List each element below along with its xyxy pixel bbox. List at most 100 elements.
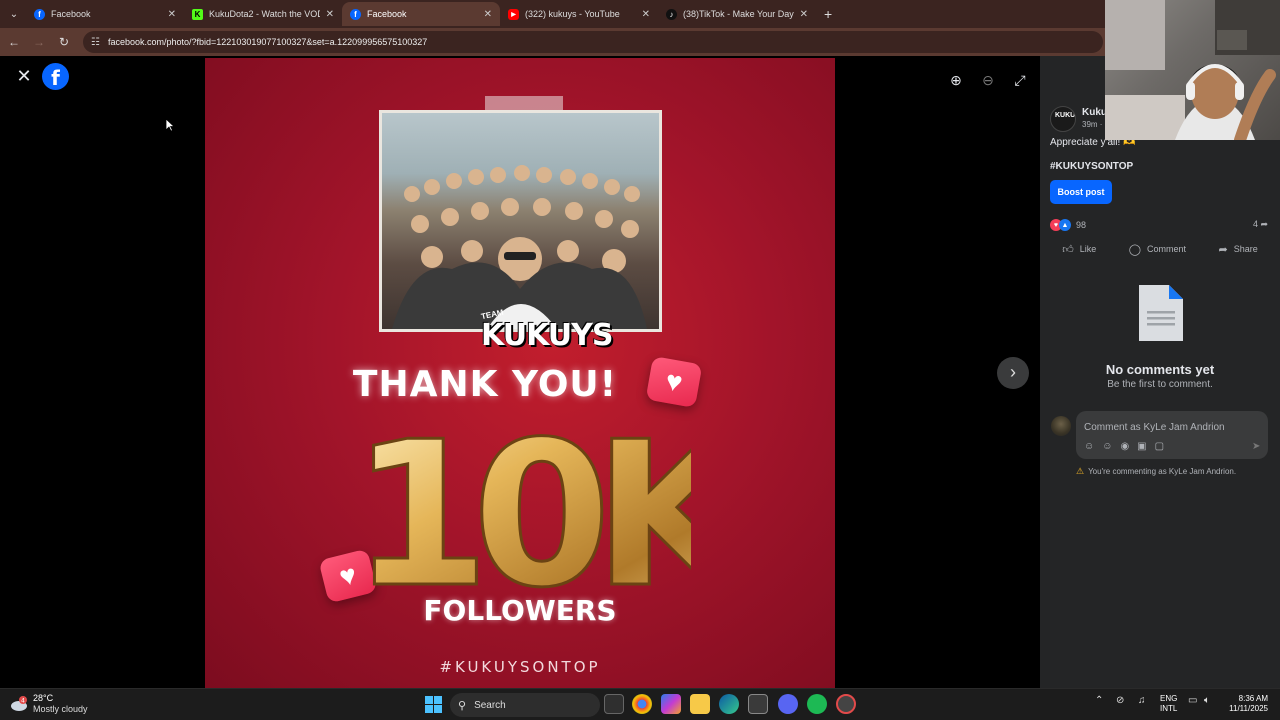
next-photo-chevron-icon[interactable]: ›: [997, 357, 1029, 389]
tab-title: (322) kukuys - YouTube: [525, 9, 620, 19]
photo-hashtag: #KUKUYSONTOP: [439, 658, 601, 676]
kick-icon: K: [192, 8, 203, 20]
milestone-number: 10K: [351, 404, 691, 604]
windows-start-icon[interactable]: [425, 696, 442, 713]
display-icon[interactable]: ▭: [1188, 695, 1197, 706]
send-icon[interactable]: ➤: [1252, 441, 1260, 452]
comment-button[interactable]: ◯ Comment: [1129, 238, 1186, 260]
comment-tools: ☺ ☺ ◉ ▣ ▢: [1084, 441, 1164, 452]
facebook-logo-icon[interactable]: f: [42, 63, 69, 90]
my-avatar[interactable]: [1051, 416, 1071, 436]
comment-input[interactable]: [1084, 420, 1260, 434]
group-photo: [382, 113, 659, 329]
like-label: Like: [1079, 244, 1097, 254]
language-indicator[interactable]: ENG INTL: [1160, 694, 1177, 714]
gif-icon[interactable]: ▣: [1137, 441, 1146, 452]
share-arrow-icon: ➦: [1260, 219, 1269, 229]
close-tab-icon[interactable]: ✕: [484, 9, 492, 20]
taskbar-clock[interactable]: 8:36 AM 11/11/2025: [1222, 694, 1268, 714]
zoom-out-icon[interactable]: ⊖: [978, 70, 998, 90]
clock-time: 8:36 AM: [1238, 694, 1268, 703]
weather-description: Mostly cloudy: [33, 704, 88, 714]
zoom-in-icon[interactable]: ⊕: [946, 70, 966, 90]
microphone-icon[interactable]: ♫: [1138, 695, 1146, 706]
crowd-illustration: [392, 165, 647, 329]
taskbar-search[interactable]: ⚲ Search: [450, 693, 600, 717]
thank-you-text: THANK YOU!: [352, 364, 618, 405]
empty-document-icon: [1139, 285, 1183, 341]
boost-post-button[interactable]: Boost post: [1050, 180, 1112, 204]
like-reaction-icon: ▲: [1059, 219, 1071, 231]
post-photo[interactable]: TEAM KUKUYS THANK YOU! ♥ ♥ 10K FOLLOWERS…: [205, 58, 835, 688]
share-button[interactable]: ➦ Share: [1219, 238, 1258, 260]
close-tab-icon[interactable]: ✕: [326, 9, 334, 20]
close-tab-icon[interactable]: ✕: [642, 9, 650, 20]
photo-viewer: ✕ f TEAM KUKUYS THANK YOU! ♥ ♥ 10K FOLLO…: [0, 56, 1040, 688]
browser-tab-youtube[interactable]: ▶ (322) kukuys - YouTube ✕: [500, 2, 658, 26]
share-label: Share: [1233, 244, 1258, 254]
youtube-icon: ▶: [508, 8, 519, 20]
reload-icon[interactable]: ↻: [53, 35, 75, 49]
share-icon: ➦: [1218, 243, 1228, 256]
like-button[interactable]: 👍︎ Like: [1062, 238, 1096, 260]
weather-widget[interactable]: 4 28°C Mostly cloudy: [10, 693, 88, 715]
webcam-streamer-image: [1105, 0, 1280, 140]
webcam-overlay: [1105, 0, 1280, 140]
back-arrow-icon[interactable]: ←: [3, 35, 25, 49]
language-code: ENG: [1160, 694, 1178, 703]
chrome-icon[interactable]: [632, 694, 652, 714]
page-avatar[interactable]: KUKUYS: [1050, 106, 1076, 132]
tab-title: KukuDota2 - Watch the VOD on: [209, 9, 320, 19]
app-icon[interactable]: [836, 694, 856, 714]
sticker-icon[interactable]: ▢: [1155, 441, 1164, 452]
tray-chevron-icon[interactable]: ⌃: [1095, 695, 1103, 706]
forward-arrow-icon[interactable]: →: [28, 35, 50, 49]
close-tab-icon[interactable]: ✕: [800, 9, 808, 20]
clock-date: 11/11/2025: [1229, 704, 1268, 713]
file-explorer-icon[interactable]: [690, 694, 710, 714]
spotify-icon[interactable]: [807, 694, 827, 714]
emoji-icon[interactable]: ☺: [1102, 441, 1112, 452]
url-field[interactable]: ☷ facebook.com/photo/?fbid=1221030190771…: [83, 31, 1103, 53]
shares-count[interactable]: 4 ➦: [1253, 219, 1268, 230]
avatar-sticker-icon[interactable]: ☺: [1084, 441, 1094, 452]
reactions-count: 98: [1076, 220, 1087, 230]
tab-search-chevron-icon[interactable]: ⌄: [2, 3, 26, 25]
windows-taskbar: 4 28°C Mostly cloudy ⚲ Search ⌃ ⊘ ♫ ENG …: [0, 688, 1280, 720]
camera-icon[interactable]: ◉: [1120, 441, 1129, 452]
url-text: facebook.com/photo/?fbid=122103019077100…: [107, 37, 428, 47]
close-icon[interactable]: ✕: [14, 66, 34, 86]
task-view-icon[interactable]: [604, 694, 624, 714]
reactions-summary[interactable]: ♥ ▲ 98: [1050, 219, 1086, 231]
browser-tab-kick[interactable]: K KukuDota2 - Watch the VOD on ✕: [184, 2, 342, 26]
browser-tab-bar: ⌄ f Facebook ✕ K KukuDota2 - Watch the V…: [0, 0, 1280, 28]
browser-tab-facebook[interactable]: f Facebook ✕: [26, 2, 184, 26]
weather-temperature: 28°C: [33, 693, 54, 703]
post-hashtag-link[interactable]: #KUKUYSONTOP: [1050, 161, 1133, 172]
new-tab-plus-icon[interactable]: +: [824, 6, 832, 22]
thumbs-up-icon: 👍︎: [1062, 243, 1074, 256]
browser-tab-facebook-active[interactable]: f Facebook ✕: [342, 2, 500, 26]
fullscreen-icon[interactable]: ⤢: [1010, 70, 1030, 90]
tiktok-icon: ♪: [666, 8, 677, 20]
heart-icon: ♥: [645, 355, 703, 409]
post-timestamp[interactable]: 39m ·: [1082, 120, 1102, 129]
comment-bubble-icon: ◯: [1128, 243, 1142, 256]
edge-icon[interactable]: [719, 694, 739, 714]
discord-icon[interactable]: [778, 694, 798, 714]
store-icon[interactable]: [748, 694, 768, 714]
comment-label: Comment: [1147, 244, 1187, 254]
close-tab-icon[interactable]: ✕: [168, 9, 176, 20]
copilot-icon[interactable]: [661, 694, 681, 714]
site-settings-icon[interactable]: ☷: [91, 37, 100, 48]
search-label: Search: [474, 699, 506, 711]
group-photo-frame: [379, 110, 662, 332]
browser-tab-tiktok[interactable]: ♪ (38)TikTok - Make Your Day ✕: [658, 2, 816, 26]
facebook-icon: f: [350, 8, 361, 20]
svg-text:4: 4: [21, 698, 25, 705]
network-off-icon[interactable]: ⊘: [1116, 695, 1124, 706]
commenting-as-text: You're commenting as KyLe Jam Andrion.: [1088, 467, 1237, 476]
followers-text: FOLLOWERS: [423, 594, 617, 627]
volume-icon[interactable]: 🔈︎: [1204, 695, 1210, 706]
commenting-as-notice: ⚠ You're commenting as KyLe Jam Andrion.: [1076, 466, 1236, 477]
